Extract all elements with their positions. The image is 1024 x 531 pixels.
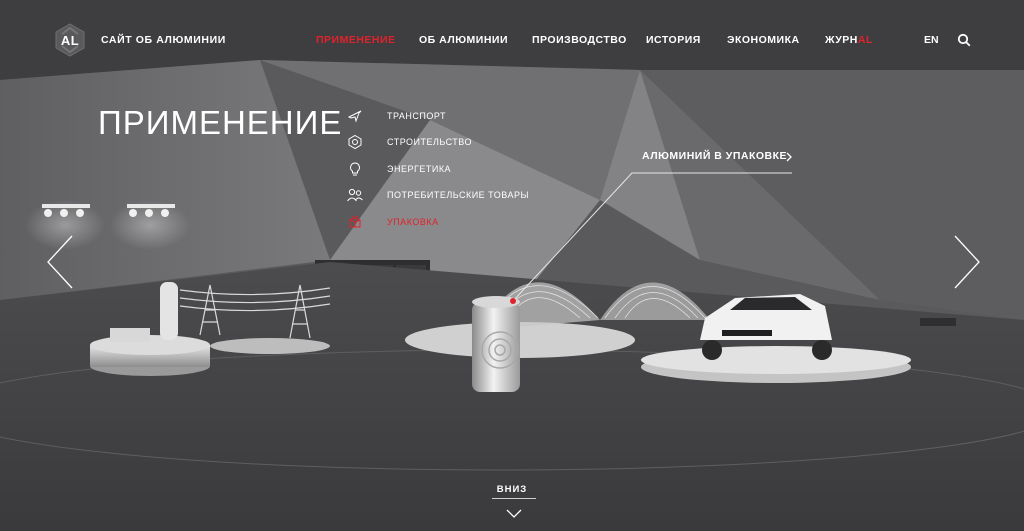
nav-item-journal[interactable]: ЖУРНAL (825, 34, 873, 46)
people-icon (345, 185, 365, 205)
chevron-right-icon[interactable] (784, 150, 794, 164)
main-nav: ПРИМЕНЕНИЕ ОБ АЛЮМИНИИ ПРОИЗВОДСТВО ИСТО… (0, 34, 1024, 48)
scroll-down-divider (492, 498, 536, 499)
submenu-item-consumer-goods[interactable]: ПОТРЕБИТЕЛЬСКИЕ ТОВАРЫ (345, 185, 565, 205)
arrow-right-icon[interactable] (952, 234, 982, 290)
chevron-down-icon[interactable] (506, 509, 522, 519)
submenu-label: ТРАНСПОРТ (387, 111, 446, 121)
submenu-label: СТРОИТЕЛЬСТВО (387, 137, 472, 147)
search-icon[interactable] (957, 33, 971, 47)
plane-icon (345, 106, 365, 126)
nav-item-production[interactable]: ПРОИЗВОДСТВО (532, 34, 627, 46)
submenu-label: УПАКОВКА (387, 217, 439, 227)
box-icon (345, 212, 365, 232)
hexagon-icon (345, 132, 365, 152)
submenu-item-transport[interactable]: ТРАНСПОРТ (345, 106, 565, 126)
showroom-scene (0, 0, 1024, 531)
language-switch[interactable]: EN (924, 34, 939, 46)
nav-item-application[interactable]: ПРИМЕНЕНИЕ (316, 34, 396, 46)
nav-item-economics[interactable]: ЭКОНОМИКА (727, 34, 800, 46)
nav-item-history[interactable]: ИСТОРИЯ (646, 34, 701, 46)
nav-item-about[interactable]: ОБ АЛЮМИНИИ (419, 34, 508, 46)
callout-aluminum-packaging[interactable]: АЛЮМИНИЙ В УПАКОВКЕ (642, 150, 787, 162)
submenu-label: ПОТРЕБИТЕЛЬСКИЕ ТОВАРЫ (387, 190, 529, 200)
submenu-item-packaging[interactable]: УПАКОВКА (345, 212, 565, 232)
arrow-left-icon[interactable] (45, 234, 75, 290)
nav-journal-suffix: AL (857, 34, 873, 46)
page-title: ПРИМЕНЕНИЕ (98, 104, 343, 141)
submenu-item-energy[interactable]: ЭНЕРГЕТИКА (345, 159, 565, 179)
submenu-item-construction[interactable]: СТРОИТЕЛЬСТВО (345, 132, 565, 152)
bulb-icon (345, 159, 365, 179)
submenu-label: ЭНЕРГЕТИКА (387, 164, 452, 174)
scroll-down-label[interactable]: ВНИЗ (0, 484, 1024, 495)
nav-journal-label: ЖУРН (825, 34, 858, 46)
